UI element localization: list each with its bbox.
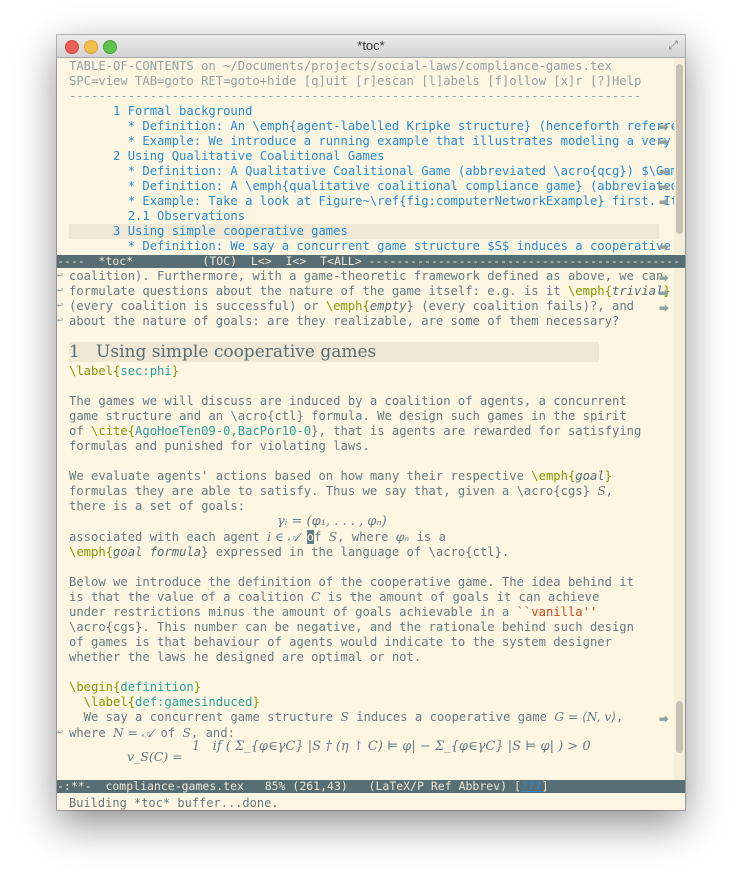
wrap-icon: ↩ — [57, 727, 64, 738]
toc-entry[interactable]: * Definition: A \emph{qualitative coalit… — [69, 179, 674, 194]
text-line: game structure and an \acro{ctl} formula… — [69, 409, 627, 423]
text-line: \acro{cgs}. This number can be negative,… — [69, 620, 634, 634]
editor-scrollbar[interactable] — [674, 269, 685, 780]
wrap-icon: ↩ — [57, 285, 64, 296]
toc-modeline: ---- *toc* (TOC) L<> I<> T<ALL> --------… — [57, 255, 685, 268]
editor-pane[interactable]: ↩ coalition). Furthermore, with a game-t… — [57, 269, 674, 780]
fullscreen-icon[interactable]: ⤢ — [667, 39, 679, 51]
text-line: whether the laws he designed are optimal… — [69, 650, 422, 664]
text-line: associated with each agent i ∈ 𝒜 of S, w… — [69, 530, 446, 544]
equation-goals: γᵢ = (φ₁, . . . , φₙ) — [277, 514, 387, 529]
equation-rhs: 1 if ( Σ_{φ∈γC} |S † (η ↾ C) ⊨ φ| − Σ_{φ… — [192, 739, 591, 754]
equation-lhs: v_S(C) = — [127, 749, 183, 764]
editor-scrollbar-thumb[interactable] — [676, 701, 683, 753]
toc-header-keys: SPC=view TAB=goto RET=goto+hide [q]uit [… — [69, 74, 642, 88]
toc-pane[interactable]: TABLE-OF-CONTENTS on ~/Documents/project… — [57, 58, 674, 254]
toc-entry[interactable]: 2 Using Qualitative Coalitional Games — [69, 149, 385, 164]
toc-entry[interactable]: * Definition: We say a concurrent game s… — [69, 239, 674, 254]
definition-label: \label{def:gamesinduced} — [69, 695, 260, 709]
continuation-arrow-icon: ⮕ — [659, 289, 669, 300]
emacs-window: *toc* ⤢ TABLE-OF-CONTENTS on ~/Documents… — [57, 35, 685, 810]
toc-rule: ----------------------------------------… — [69, 89, 642, 103]
label-line: \label{sec:phi} — [69, 364, 180, 378]
toc-scrollbar[interactable] — [674, 58, 685, 254]
text-line: The games we will discuss are induced by… — [69, 394, 627, 408]
text-line: under restrictions minus the amount of g… — [69, 605, 598, 619]
toc-scrollbar-thumb[interactable] — [676, 64, 683, 234]
continuation-arrow-icon: ⮕ — [659, 304, 669, 315]
toc-entry-selected[interactable]: 3 Using simple cooperative games — [69, 224, 659, 239]
minimize-button[interactable] — [84, 40, 98, 54]
toc-header-path: TABLE-OF-CONTENTS on ~/Documents/project… — [69, 59, 612, 73]
section-heading: 1 Using simple cooperative games — [69, 342, 599, 362]
continuation-arrow-icon: ⮕ — [659, 168, 669, 179]
text-line: coalition). Furthermore, with a game-the… — [69, 269, 664, 283]
toc-entry[interactable]: * Definition: An \emph{agent-labelled Kr… — [69, 119, 674, 134]
continuation-arrow-icon: ⮕ — [659, 138, 669, 149]
continuation-arrow-icon: ⮕ — [659, 274, 669, 285]
text-line: there is a set of goals: — [69, 499, 246, 513]
toc-entry[interactable]: * Definition: A Qualitative Coalitional … — [69, 164, 674, 179]
zoom-button[interactable] — [103, 40, 117, 54]
text-line: Below we introduce the definition of the… — [69, 575, 634, 589]
text-line: formulas they are able to satisfy. Thus … — [69, 484, 614, 498]
continuation-arrow-icon: ⮕ — [659, 243, 669, 254]
text-line: is that the value of a coalition C is th… — [69, 590, 600, 604]
wrap-icon: ↩ — [57, 270, 64, 281]
continuation-arrow-icon: ⮕ — [659, 123, 669, 134]
title-bar: *toc* ⤢ — [57, 35, 685, 58]
continuation-arrow-icon: ⮕ — [659, 183, 669, 194]
editor-modeline: -:**- compliance-games.tex 85% (261,43) … — [57, 780, 685, 793]
toc-entry[interactable]: * Example: We introduce a running exampl… — [69, 134, 674, 149]
text-line: of \cite{AgoHoeTen09-0,BacPor10-0}, that… — [69, 424, 642, 438]
text-line: We say a concurrent game structure S ind… — [69, 710, 624, 724]
begin-definition: \begin{definition} — [69, 680, 202, 694]
wrap-icon: ↩ — [57, 300, 64, 311]
text-line: \emph{goal formula} expressed in the lan… — [69, 545, 510, 559]
text-line: formulas and punished for violating laws… — [69, 439, 370, 453]
toc-entry[interactable]: 1 Formal background — [69, 104, 252, 119]
text-cursor: o — [306, 530, 315, 544]
toc-entry[interactable]: 2.1 Observations — [69, 209, 245, 224]
toc-entry[interactable]: * Example: Take a look at Figure~\ref{fi… — [69, 194, 674, 209]
continuation-arrow-icon: ⮕ — [659, 198, 669, 209]
text-line: (every coalition is successful) or \emph… — [69, 299, 634, 313]
continuation-arrow-icon: ⮕ — [659, 715, 669, 726]
window-title: *toc* — [357, 38, 385, 53]
wrap-icon: ↩ — [57, 315, 64, 326]
text-line: formulate questions about the nature of … — [69, 284, 671, 298]
text-line: about the nature of goals: are they real… — [69, 314, 620, 328]
text-line: We evaluate agents' actions based on how… — [69, 469, 612, 483]
modeline-unknown-flag: ??? — [520, 779, 542, 793]
minibuffer: Building *toc* buffer...done. — [69, 796, 279, 810]
close-button[interactable] — [65, 40, 79, 54]
text-line: of games is that behaviour of agents wou… — [69, 635, 612, 649]
